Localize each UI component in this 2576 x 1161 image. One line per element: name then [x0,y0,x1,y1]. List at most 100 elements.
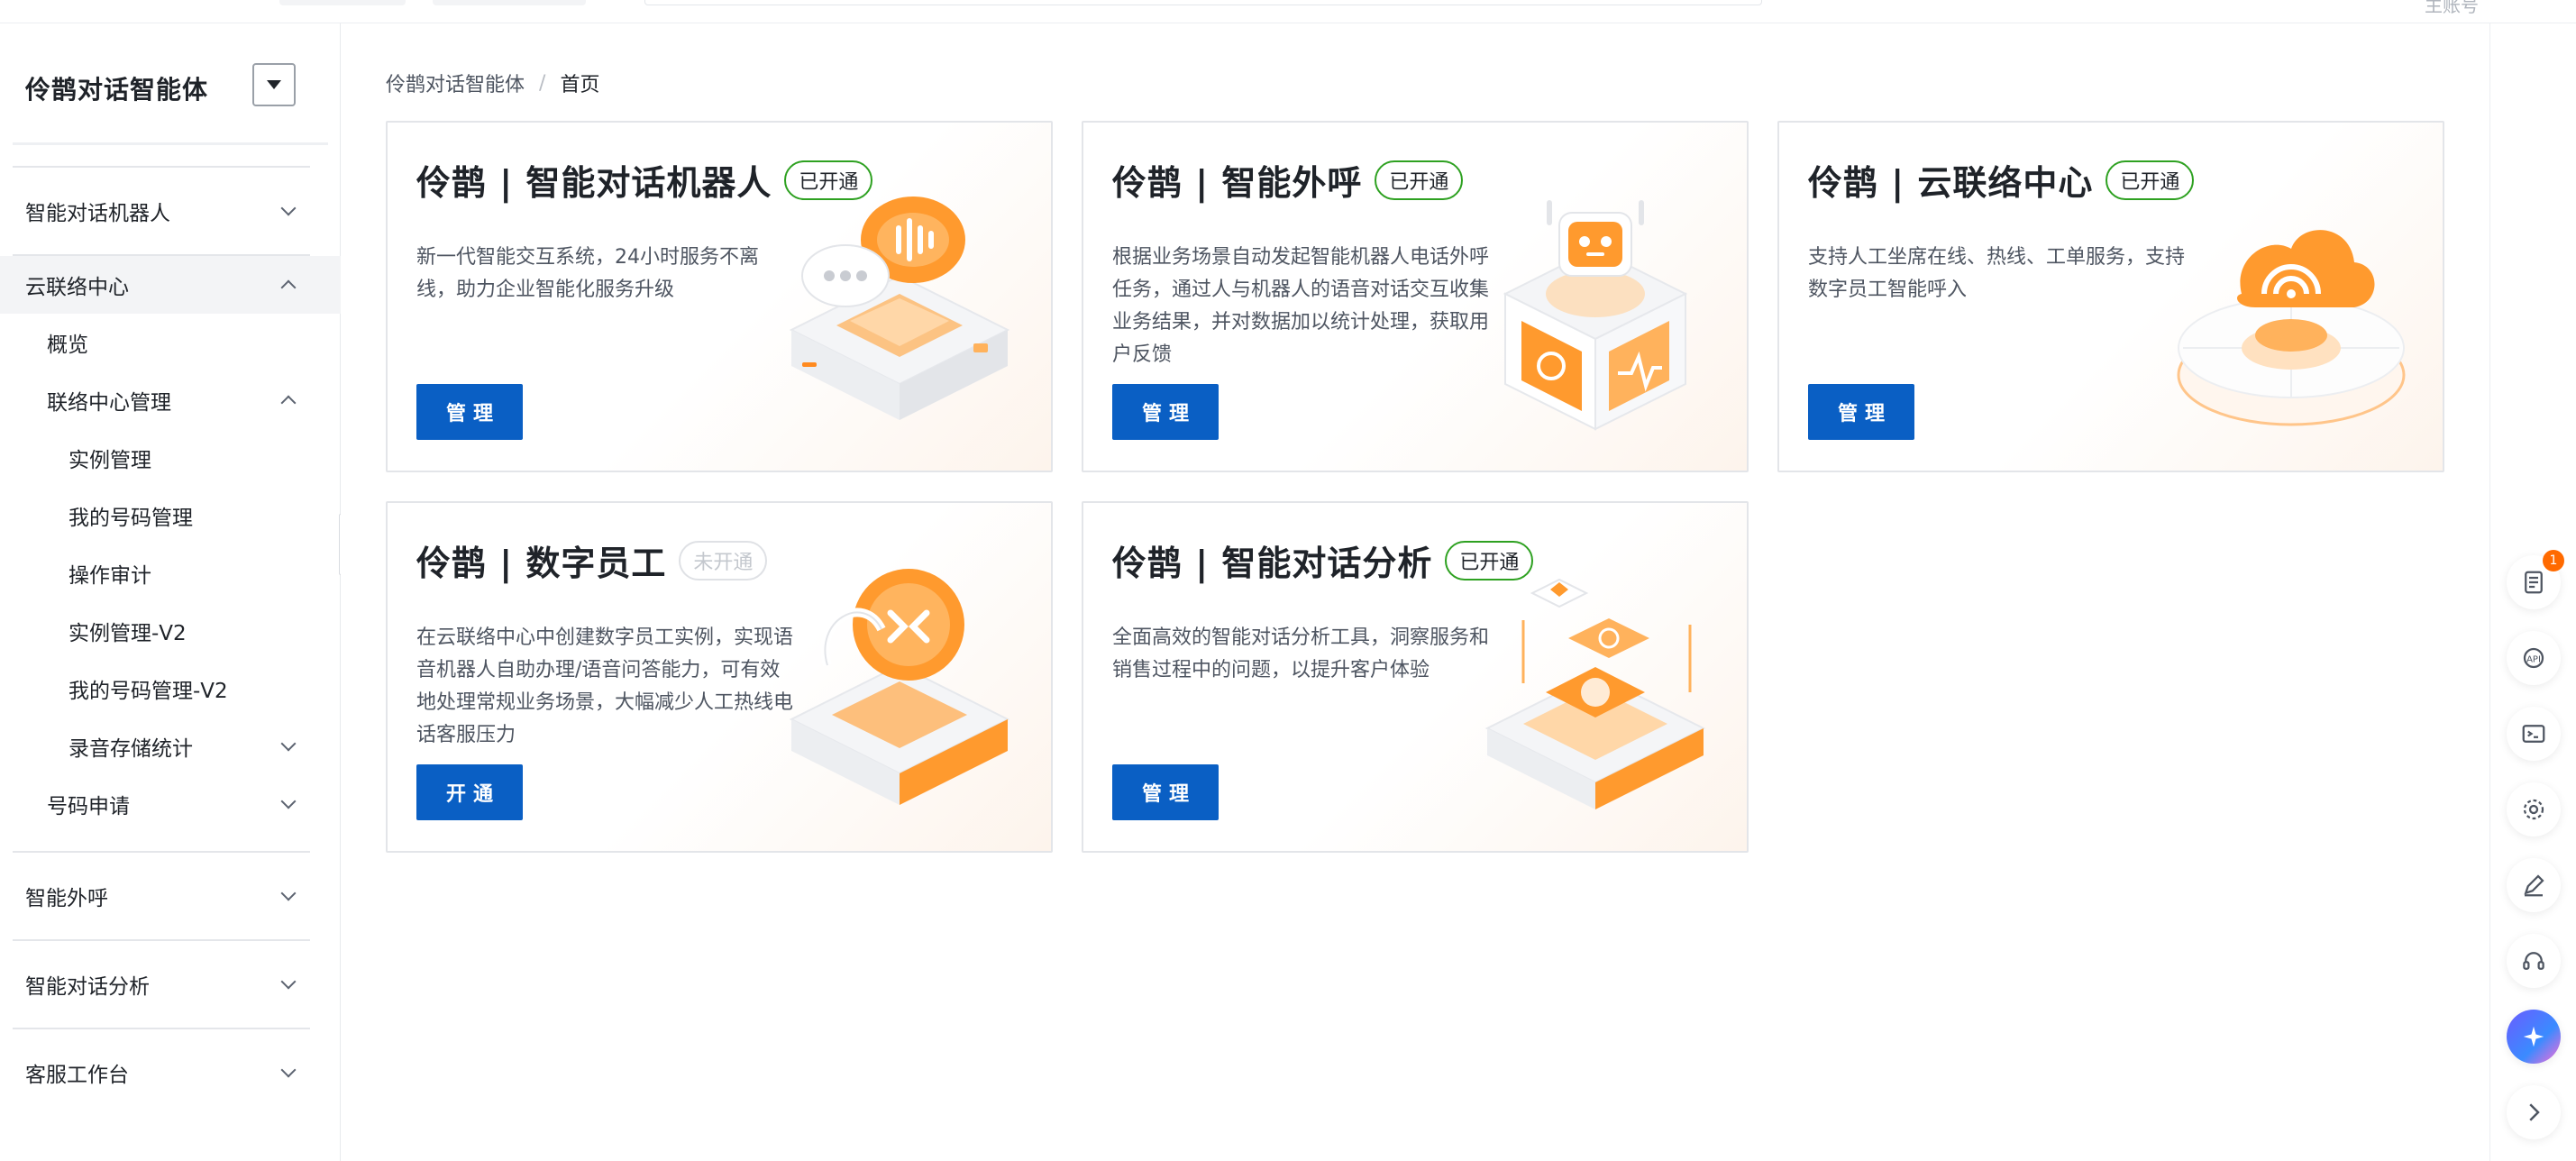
api-icon: API [2523,647,2544,669]
sparkle-icon [2523,1026,2544,1047]
product-card-smart-outbound: 伶鹊 | 智能外呼 已开通 根据业务场景自动发起智能机器人电话外呼任务，通过人与… [1082,121,1749,472]
sidebar-item-label: 录音存储统计 [69,737,193,761]
product-card-dialog-analysis: 伶鹊 | 智能对话分析 已开通 全面高效的智能对话分析工具，洞察服务和销售过程中… [1082,501,1749,853]
right-tool-rail: 1 API [2489,23,2576,1161]
sidebar-item-label: 智能外呼 [25,887,108,910]
chevron-down-icon [280,974,297,990]
digital-employee-illustration-icon [789,569,1010,805]
chevron-up-icon [280,279,297,296]
product-card-dialog-robot: 伶鹊 | 智能对话机器人 已开通 新一代智能交互系统，24小时服务不离线，助力企… [386,121,1053,472]
sidebar-item-instance-management-v2[interactable]: 实例管理-V2 [0,602,341,660]
card-title: 伶鹊 | 智能外呼 [1112,163,1363,203]
sidebar-item-label: 实例管理-V2 [69,622,187,645]
analysis-stack-illustration-icon [1484,578,1706,809]
card-description: 在云联络中心中创建数字员工实例，实现语音机器人自助办理/语音问答能力，可有效地处… [416,626,794,746]
chevron-down-icon [280,885,297,901]
account-label[interactable]: 主账号 [2425,0,2479,17]
sidebar-nav: 智能对话机器人 云联络中心 概览 联络中心管理 实例管理 我的号码管理 操作审计… [0,166,341,1116]
product-title: 伶鹊对话智能体 [25,75,209,105]
sidebar-item-cloud-contact-center[interactable]: 云联络中心 [0,256,341,314]
ai-assistant-button[interactable] [2507,1010,2561,1064]
card-description: 支持人工坐席在线、热线、工单服务，支持数字员工智能呼入 [1808,246,2186,301]
sidebar-item-label: 我的号码管理 [69,507,193,530]
notifications-button[interactable]: 1 [2507,550,2564,609]
global-search-input[interactable] [644,0,1762,5]
settings-button[interactable] [2507,782,2561,836]
sidebar-item-label: 联络中心管理 [47,391,171,415]
breadcrumb-current: 首页 [560,74,600,96]
sidebar-item-label: 客服工作台 [25,1064,129,1087]
notification-count-badge: 1 [2543,550,2564,571]
sidebar: 伶鹊对话智能体 智能对话机器人 云联络中心 概览 联络中心管理 实例管理 我的号… [0,23,341,1161]
sidebar-item-label: 操作审计 [69,564,151,588]
caret-down-icon [267,80,281,89]
sidebar-item-label: 智能对话分析 [25,975,150,999]
card-header: 伶鹊 | 数字员工 未开通 [416,535,768,585]
product-card-digital-employee: 伶鹊 | 数字员工 未开通 在云联络中心中创建数字员工实例，实现语音机器人自助办… [386,501,1053,853]
card-title: 伶鹊 | 云联络中心 [1808,163,2094,203]
sidebar-item-operation-audit[interactable]: 操作审计 [0,544,341,602]
manage-button[interactable]: 管理 [416,384,523,440]
manage-button[interactable]: 管理 [1808,384,1914,440]
product-switch-dropdown[interactable] [252,63,296,106]
manage-button[interactable]: 管理 [1112,764,1219,820]
sidebar-item-label: 实例管理 [69,449,151,472]
card-description: 根据业务场景自动发起智能机器人电话外呼任务，通过人与机器人的语音对话交互收集业务… [1112,246,1490,366]
sidebar-item-smart-dialog-robot[interactable]: 智能对话机器人 [0,168,341,254]
svg-text:API: API [2526,654,2541,664]
chevron-down-icon [280,736,297,752]
card-title: 伶鹊 | 数字员工 [416,544,667,583]
breadcrumb-root-link[interactable]: 伶鹊对话智能体 [386,69,525,97]
terminal-button[interactable] [2507,707,2561,761]
sidebar-item-my-numbers-v2[interactable]: 我的号码管理-V2 [0,660,341,718]
status-badge: 已开通 [1375,160,1464,200]
terminal-icon [2522,725,2545,743]
sidebar-item-label: 云联络中心 [25,276,129,299]
card-title: 伶鹊 | 智能对话分析 [1112,544,1433,583]
top-navigation-bar: 主账号 [0,0,2576,23]
breadcrumb: 伶鹊对话智能体 / 首页 [386,69,599,97]
robot-cube-illustration-icon [1503,200,1688,431]
rail-expand-button[interactable] [2507,1085,2561,1139]
card-header: 伶鹊 | 云联络中心 已开通 [1808,155,2195,205]
chevron-right-icon [2529,1103,2540,1121]
feedback-button[interactable] [2507,858,2561,912]
card-header: 伶鹊 | 智能外呼 已开通 [1112,155,1464,205]
divider [13,142,328,145]
headset-icon [2523,952,2544,970]
sidebar-item-number-application[interactable]: 号码申请 [0,775,341,833]
sidebar-item-label: 我的号码管理-V2 [69,680,228,703]
sidebar-item-smart-outbound[interactable]: 智能外呼 [0,853,341,939]
edit-icon [2524,874,2544,897]
manage-button[interactable]: 管理 [1112,384,1219,440]
sidebar-item-contact-center-management[interactable]: 联络中心管理 [0,371,341,429]
sidebar-item-label: 智能对话机器人 [25,202,170,225]
top-nav-tab[interactable] [433,0,586,5]
gear-icon [2523,799,2544,820]
card-description: 全面高效的智能对话分析工具，洞察服务和销售过程中的问题，以提升客户体验 [1112,626,1490,681]
product-card-cloud-contact-center: 伶鹊 | 云联络中心 已开通 支持人工坐席在线、热线、工单服务，支持数字员工智能… [1777,121,2444,472]
sidebar-item-overview[interactable]: 概览 [0,314,341,371]
chat-bubble-illustration-icon [789,197,1010,420]
chevron-up-icon [280,395,297,411]
top-nav-tab[interactable] [279,0,406,5]
document-icon [2525,571,2543,594]
sidebar-item-my-numbers[interactable]: 我的号码管理 [0,487,341,544]
chevron-down-icon [280,200,297,216]
activate-button[interactable]: 开通 [416,764,523,820]
sidebar-item-dialog-analysis[interactable]: 智能对话分析 [0,941,341,1028]
cloud-disc-illustration-icon [2177,230,2406,426]
main-content: 伶鹊对话智能体 / 首页 伶鹊 | 智能对话机器人 已开通 新一代智能交互系统，… [341,23,2489,1161]
card-title: 伶鹊 | 智能对话机器人 [416,163,772,203]
sidebar-item-label: 概览 [47,334,88,357]
api-button[interactable]: API [2507,631,2561,685]
sidebar-item-instance-management[interactable]: 实例管理 [0,429,341,487]
sidebar-item-label: 号码申请 [47,795,130,818]
chevron-down-icon [280,793,297,809]
breadcrumb-separator: / [539,71,546,95]
sidebar-item-recording-storage-stats[interactable]: 录音存储统计 [0,718,341,775]
sidebar-item-agent-workbench[interactable]: 客服工作台 [0,1029,341,1116]
card-description: 新一代智能交互系统，24小时服务不离线，助力企业智能化服务升级 [416,246,759,301]
support-button[interactable] [2507,934,2561,988]
chevron-down-icon [280,1062,297,1078]
